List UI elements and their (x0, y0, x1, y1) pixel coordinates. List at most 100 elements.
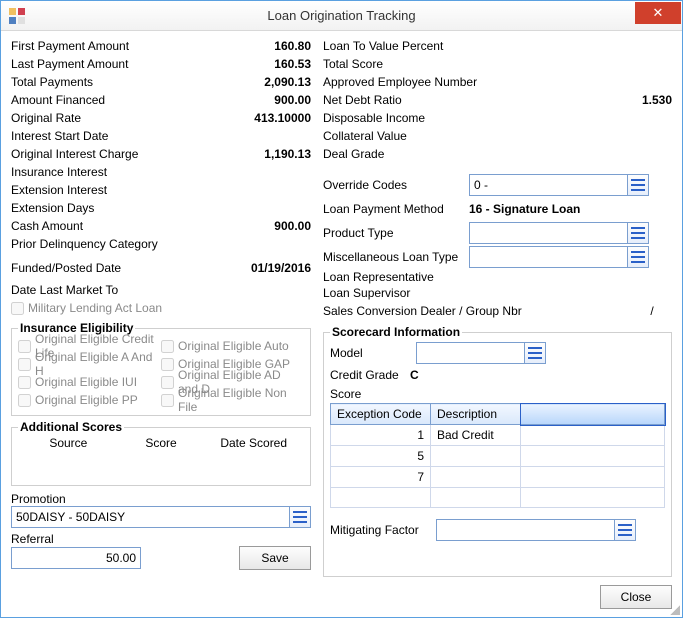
row-loan-to-value-percent: Loan To Value Percent (323, 37, 672, 55)
model-picker[interactable] (524, 342, 546, 364)
value: 413.10000 (231, 111, 311, 125)
close-icon: ✕ (653, 5, 664, 21)
label: Date Last Market To (11, 283, 231, 297)
label: Score (330, 387, 410, 401)
checkbox (18, 394, 31, 407)
misc-loan-type-picker[interactable] (627, 246, 649, 268)
promotion-picker-button[interactable] (289, 506, 311, 528)
mitigating-factor-lookup[interactable] (436, 519, 636, 541)
checkbox (161, 340, 174, 353)
row-mla-loan: Military Lending Act Loan (11, 299, 311, 317)
row-override-codes: Override Codes (323, 173, 672, 197)
additional-scores-header: Source Score Date Scored (18, 436, 304, 450)
value: 1.530 (592, 93, 672, 107)
label: Sales Conversion Dealer / Group Nbr (323, 304, 632, 318)
client-area: First Payment Amount160.80 Last Payment … (1, 31, 682, 617)
label: Original Interest Charge (11, 147, 231, 161)
label: Mitigating Factor (330, 523, 430, 537)
label: Disposable Income (323, 111, 592, 125)
col-blank-selected[interactable] (521, 404, 665, 425)
checkbox (18, 358, 31, 371)
chk-original-eligible-pp: Original Eligible PP (18, 391, 161, 409)
checkbox (161, 376, 174, 389)
label: Interest Start Date (11, 129, 231, 143)
group-legend: Scorecard Information (330, 325, 462, 339)
window-close-button[interactable]: ✕ (635, 2, 681, 24)
model-input[interactable] (416, 342, 524, 364)
row-extension-days: Extension Days (11, 199, 311, 217)
chk-original-eligible-iui: Original Eligible IUI (18, 373, 161, 391)
checkbox (161, 358, 174, 371)
cell-blank (521, 467, 665, 488)
misc-loan-type-lookup[interactable] (469, 246, 649, 268)
label: Prior Delinquency Category (11, 237, 231, 251)
window-title: Loan Origination Tracking (1, 8, 682, 23)
row-misc-loan-type: Miscellaneous Loan Type (323, 245, 672, 269)
mitigating-factor-input[interactable] (436, 519, 614, 541)
row-mitigating-factor: Mitigating Factor (330, 518, 665, 542)
scorecard-table[interactable]: Exception Code Description 1Bad Credit 5… (330, 403, 665, 508)
table-row[interactable]: 5 (331, 446, 665, 467)
row-loan-payment-method: Loan Payment Method 16 - Signature Loan (323, 197, 672, 221)
row-sales-conversion: Sales Conversion Dealer / Group Nbr / (323, 301, 672, 321)
group-legend: Additional Scores (18, 420, 124, 434)
row-score: Score (330, 385, 665, 403)
value: C (410, 368, 419, 382)
table-row[interactable]: 7 (331, 467, 665, 488)
table-row[interactable] (331, 488, 665, 508)
cell-code: 1 (331, 425, 431, 446)
label: Last Payment Amount (11, 57, 231, 71)
window: Loan Origination Tracking ✕ First Paymen… (0, 0, 683, 618)
col-date-scored: Date Scored (207, 436, 300, 450)
label: Original Rate (11, 111, 231, 125)
label: Original Eligible PP (35, 393, 138, 407)
app-icon (9, 8, 25, 24)
row-collateral-value: Collateral Value (323, 127, 672, 145)
chk-original-eligible-non-file: Original Eligible Non File (161, 391, 304, 409)
label: Original Eligible Auto (178, 339, 289, 353)
model-lookup[interactable] (416, 342, 546, 364)
override-codes-input[interactable] (469, 174, 627, 196)
label: Loan To Value Percent (323, 39, 592, 53)
label: Product Type (323, 226, 463, 240)
list-icon (631, 179, 645, 191)
label: Override Codes (323, 178, 463, 192)
value: 1,190.13 (231, 147, 311, 161)
label: Total Score (323, 57, 592, 71)
product-type-input[interactable] (469, 222, 627, 244)
resize-grip[interactable] (668, 603, 680, 615)
cell-blank (521, 488, 665, 508)
row-loan-supervisor: Loan Supervisor (323, 285, 672, 301)
mitigating-factor-picker[interactable] (614, 519, 636, 541)
label: Total Payments (11, 75, 231, 89)
close-button[interactable]: Close (600, 585, 672, 609)
col-score: Score (115, 436, 208, 450)
value: 01/19/2016 (231, 261, 311, 275)
chk-original-eligible-a-and-h: Original Eligible A And H (18, 355, 161, 373)
left-column: First Payment Amount160.80 Last Payment … (11, 37, 311, 609)
row-disposable-income: Disposable Income (323, 109, 672, 127)
label: Model (330, 346, 410, 360)
label: Miscellaneous Loan Type (323, 250, 463, 264)
misc-loan-type-input[interactable] (469, 246, 627, 268)
row-deal-grade: Deal Grade (323, 145, 672, 163)
list-icon (631, 251, 645, 263)
promotion-input[interactable] (11, 506, 289, 528)
row-last-payment-amount: Last Payment Amount160.53 (11, 55, 311, 73)
promotion-lookup[interactable] (11, 506, 311, 528)
col-description[interactable]: Description (431, 404, 521, 425)
row-date-last-market-to: Date Last Market To (11, 281, 311, 299)
product-type-lookup[interactable] (469, 222, 649, 244)
col-exception-code[interactable]: Exception Code (331, 404, 431, 425)
override-codes-lookup[interactable] (469, 174, 649, 196)
table-row[interactable]: 1Bad Credit (331, 425, 665, 446)
save-button[interactable]: Save (239, 546, 311, 570)
referral-input[interactable] (11, 547, 141, 569)
group-insurance-eligibility: Insurance Eligibility Original Eligible … (11, 321, 311, 416)
titlebar: Loan Origination Tracking ✕ (1, 1, 682, 31)
value: 900.00 (231, 219, 311, 233)
product-type-picker[interactable] (627, 222, 649, 244)
override-codes-picker[interactable] (627, 174, 649, 196)
cell-desc: Bad Credit (431, 425, 521, 446)
label: Cash Amount (11, 219, 231, 233)
